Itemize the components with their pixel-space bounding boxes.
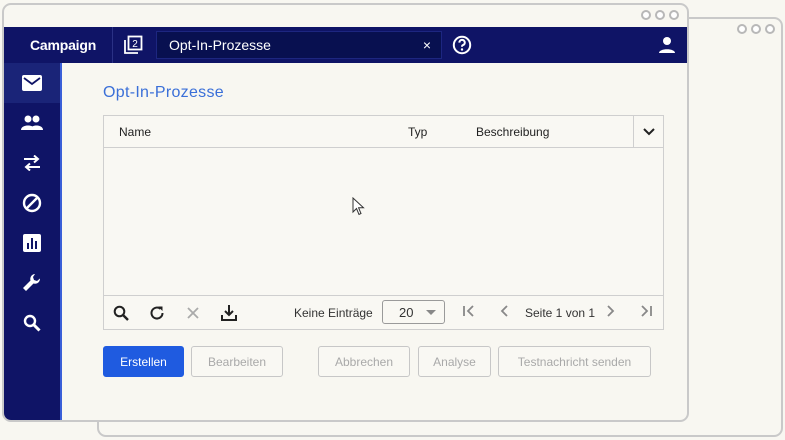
clear-button[interactable] — [184, 304, 202, 322]
window-dot[interactable] — [669, 10, 679, 20]
tab-opt-in-prozesse[interactable]: Opt-In-Prozesse × — [156, 31, 442, 59]
page-size-select[interactable]: 20 — [382, 300, 445, 324]
table-header: Name Typ Beschreibung — [104, 116, 663, 148]
bar-chart-icon — [23, 234, 41, 252]
window-dot[interactable] — [765, 24, 775, 34]
blocked-icon — [22, 193, 42, 213]
wrench-icon — [23, 274, 41, 291]
sidebar-item-tools[interactable] — [4, 263, 60, 303]
top-bar: Campaign 2 Opt-In-Prozesse × — [4, 27, 687, 63]
column-header-beschreibung[interactable]: Beschreibung — [476, 125, 549, 139]
send-test-message-button[interactable]: Testnachricht senden — [498, 346, 651, 377]
app-window: Campaign 2 Opt-In-Prozesse × Opt-In-Proz… — [2, 3, 689, 422]
sidebar-item-blocked[interactable] — [4, 183, 60, 223]
cancel-button[interactable]: Abbrechen — [318, 346, 410, 377]
download-icon — [221, 305, 237, 321]
pages-stack-icon: 2 — [123, 35, 142, 54]
refresh-icon — [150, 306, 164, 320]
download-button[interactable] — [220, 304, 238, 322]
chevron-left-icon — [500, 305, 508, 317]
window-dot[interactable] — [641, 10, 651, 20]
search-icon — [113, 305, 129, 321]
sidebar-item-mail[interactable] — [4, 63, 60, 103]
sidebar-item-search[interactable] — [4, 303, 60, 343]
search-icon — [23, 314, 41, 332]
window-controls — [641, 10, 679, 20]
stage: Campaign 2 Opt-In-Prozesse × Opt-In-Proz… — [0, 0, 785, 440]
close-icon — [187, 307, 199, 319]
column-menu-button[interactable] — [633, 116, 663, 147]
page-title: Opt-In-Prozesse — [103, 84, 224, 101]
user-icon — [659, 37, 675, 53]
refresh-button[interactable] — [148, 304, 166, 322]
transfer-arrows-icon — [24, 155, 40, 171]
mouse-cursor-icon — [352, 197, 365, 216]
last-page-button[interactable] — [639, 304, 653, 321]
column-header-typ[interactable]: Typ — [408, 125, 427, 139]
mail-icon — [22, 75, 42, 91]
tab-label: Opt-In-Prozesse — [169, 37, 271, 53]
users-icon — [21, 115, 43, 130]
sidebar-item-transfer[interactable] — [4, 143, 60, 183]
data-table: Name Typ Beschreibung Keine Einträge 20 … — [103, 115, 664, 330]
app-brand: Campaign — [30, 37, 97, 53]
main-content: Opt-In-Prozesse Name Typ Beschreibung Ke… — [62, 63, 687, 420]
sidebar — [4, 63, 62, 420]
sidebar-item-reports[interactable] — [4, 223, 60, 263]
user-menu-button[interactable] — [657, 35, 677, 60]
window-dot[interactable] — [737, 24, 747, 34]
caret-down-icon — [426, 309, 436, 315]
table-footer: Keine Einträge 20 Seite 1 von 1 — [104, 296, 663, 329]
search-button[interactable] — [112, 304, 130, 322]
sidebar-item-users[interactable] — [4, 103, 60, 143]
window-controls — [737, 24, 775, 34]
first-page-icon — [463, 305, 474, 317]
chevron-down-icon — [642, 127, 655, 135]
open-pages-button[interactable]: 2 — [112, 27, 152, 63]
window-dot[interactable] — [655, 10, 665, 20]
page-info: Seite 1 von 1 — [525, 306, 596, 320]
first-page-button[interactable] — [462, 304, 476, 321]
window-dot[interactable] — [751, 24, 761, 34]
previous-page-button[interactable] — [498, 304, 512, 321]
entries-count-label: Keine Einträge — [294, 306, 373, 320]
close-tab-icon[interactable]: × — [423, 37, 431, 53]
help-icon — [452, 35, 472, 55]
next-page-button[interactable] — [603, 304, 617, 321]
help-button[interactable] — [452, 35, 472, 55]
analyse-button[interactable]: Analyse — [418, 346, 491, 377]
page-size-value: 20 — [399, 304, 414, 320]
edit-button[interactable]: Bearbeiten — [191, 346, 283, 377]
create-button[interactable]: Erstellen — [103, 346, 184, 377]
table-body — [104, 148, 663, 296]
column-header-name[interactable]: Name — [119, 125, 151, 139]
last-page-icon — [641, 305, 652, 317]
pages-count: 2 — [132, 39, 138, 50]
chevron-right-icon — [607, 305, 615, 317]
